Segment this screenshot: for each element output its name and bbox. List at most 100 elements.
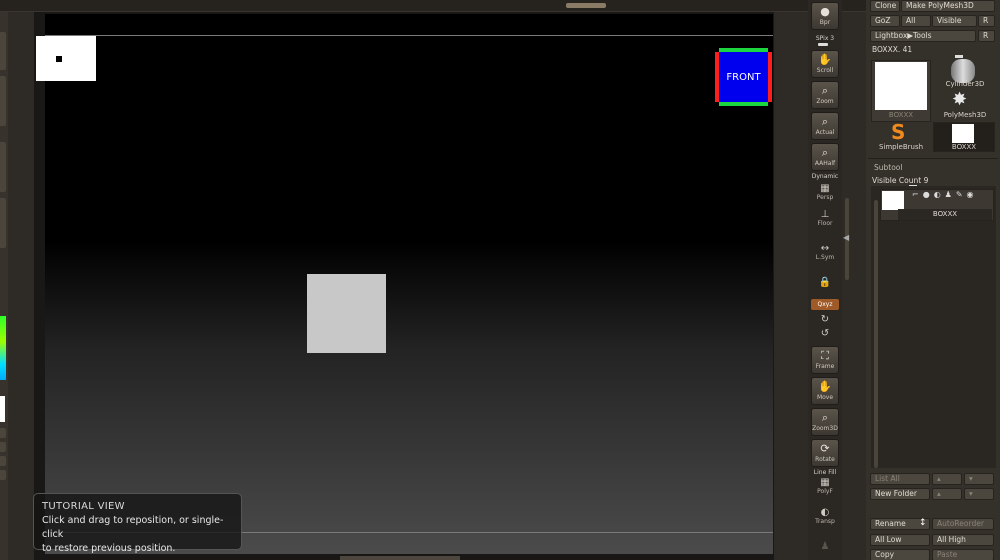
grid-icon: ▦ bbox=[820, 477, 830, 488]
polyf-button[interactable]: ▦ PolyF bbox=[811, 474, 839, 498]
frame-button[interactable]: ⛶ Frame bbox=[811, 346, 839, 374]
visible-count-slider[interactable]: Visible Count 9 bbox=[872, 176, 928, 185]
current-tool-slider-knob[interactable] bbox=[955, 55, 963, 58]
y-rotate-button[interactable]: ↻ bbox=[811, 312, 839, 326]
left-shelf-tab[interactable] bbox=[0, 198, 6, 248]
lock-button[interactable]: 🔒 bbox=[811, 270, 839, 294]
arrow-up-button[interactable]: ▴ bbox=[932, 473, 962, 485]
current-tool-slider[interactable]: BOXXX. 41 bbox=[872, 45, 912, 54]
figure-icon: ♟ bbox=[820, 540, 830, 552]
tutorial-view-overlay[interactable]: TUTORIAL VIEW Click and drag to repositi… bbox=[33, 493, 242, 554]
goz-all-button[interactable]: All bbox=[901, 15, 931, 27]
subtool-thumb bbox=[882, 191, 904, 210]
viewport-top-line bbox=[45, 35, 773, 36]
transp-icon: ◐ bbox=[820, 507, 830, 518]
bpr-button[interactable]: ● Bpr bbox=[811, 2, 839, 30]
rotate-label: Rotate bbox=[815, 456, 835, 463]
half-icon[interactable]: ◐ bbox=[934, 190, 945, 199]
navigation-preview[interactable] bbox=[36, 36, 96, 81]
simplebrush-icon: S bbox=[891, 120, 906, 144]
left-shelf-tab[interactable] bbox=[0, 428, 6, 438]
left-shelf-tab[interactable] bbox=[0, 142, 6, 192]
current-tool-value: 41 bbox=[902, 45, 913, 54]
tutorial-text-line: to restore previous position. bbox=[42, 543, 176, 554]
auto-reorder-button[interactable]: AutoReorder bbox=[932, 518, 994, 530]
arrow-up-icon: ▴ bbox=[937, 489, 941, 498]
aahalf-button[interactable]: ⌕ AAHalf bbox=[811, 143, 839, 171]
subtool-header[interactable]: Subtool bbox=[874, 163, 902, 172]
subtool-item-icons: ⌐●◐♟✎◉ bbox=[912, 190, 978, 199]
spix-value: 3 bbox=[830, 35, 835, 42]
tool-thumb-cylinder-label[interactable]: Cylinder3D bbox=[935, 80, 995, 88]
top-strip bbox=[0, 0, 1000, 12]
spix-slider-knob[interactable] bbox=[818, 43, 828, 46]
scroll-button[interactable]: ✋ Scroll bbox=[811, 50, 839, 78]
zoom-button[interactable]: ⌕ Zoom bbox=[811, 81, 839, 109]
left-shelf-tab[interactable] bbox=[0, 76, 6, 126]
color-picker-strip[interactable] bbox=[0, 316, 6, 380]
left-shelf-tab[interactable] bbox=[0, 456, 6, 466]
tool-thumb-boxxx-active-image bbox=[952, 124, 974, 143]
rotate-button[interactable]: ⟳ Rotate bbox=[811, 439, 839, 467]
arrow-down-button[interactable]: ▾ bbox=[964, 473, 994, 485]
bpr-label: Bpr bbox=[819, 19, 831, 26]
paste-button[interactable]: Paste bbox=[932, 549, 994, 560]
goz-button[interactable]: GoZ bbox=[870, 15, 900, 27]
move-label: Move bbox=[816, 394, 834, 401]
pen-icon[interactable]: ✎ bbox=[956, 190, 967, 199]
toggle-icon[interactable]: ● bbox=[923, 190, 934, 199]
actual-button[interactable]: ⌕ Actual bbox=[811, 112, 839, 140]
zoom3d-button[interactable]: ⌕ Zoom3D bbox=[811, 408, 839, 436]
left-shelf-tab[interactable] bbox=[0, 470, 6, 480]
z-rotate-button[interactable]: ↺ bbox=[811, 326, 839, 340]
transp-button[interactable]: ◐ Transp bbox=[811, 504, 839, 528]
subtool-scrollbar[interactable] bbox=[874, 200, 878, 468]
goz-visible-button[interactable]: Visible bbox=[932, 15, 977, 27]
ghost-button[interactable]: ♟ bbox=[811, 534, 839, 558]
visible-count-value: 9 bbox=[923, 176, 929, 185]
lightbox-r-button[interactable]: R bbox=[978, 30, 995, 42]
new-folder-button[interactable]: New Folder bbox=[870, 488, 930, 500]
figure-icon[interactable]: ♟ bbox=[945, 190, 956, 199]
left-shelf-tab[interactable] bbox=[0, 32, 6, 70]
spix-slider[interactable]: SPix 3 bbox=[808, 35, 842, 42]
sphere-icon: ● bbox=[820, 5, 830, 18]
navigation-preview-marker bbox=[56, 56, 62, 62]
transp-label: Transp bbox=[815, 518, 835, 525]
move-up-button[interactable]: ▴ bbox=[932, 488, 962, 500]
move-down-button[interactable]: ▾ bbox=[964, 488, 994, 500]
grid-icon: ▦ bbox=[820, 183, 830, 194]
document-viewport[interactable] bbox=[45, 14, 773, 554]
move-button[interactable]: ✋ Move bbox=[811, 377, 839, 405]
tool-thumb-boxxx-image bbox=[875, 62, 927, 110]
all-high-button[interactable]: All High bbox=[932, 534, 994, 546]
zoom-label: Zoom bbox=[816, 98, 834, 105]
all-low-button[interactable]: All Low bbox=[870, 534, 930, 546]
main-color-swatch[interactable] bbox=[0, 396, 5, 422]
lsym-button[interactable]: ↔ L.Sym bbox=[811, 240, 839, 264]
collapse-arrow-icon[interactable]: ◀ bbox=[843, 233, 849, 242]
orientation-cube[interactable]: FRONT bbox=[715, 48, 772, 106]
star-icon: ✸ bbox=[952, 89, 968, 110]
subtool-list bbox=[871, 186, 996, 468]
top-shelf-handle[interactable] bbox=[566, 3, 606, 8]
make-polymesh-button[interactable]: Make PolyMesh3D bbox=[901, 0, 995, 12]
xyz-rotate-button[interactable]: Qxyz bbox=[811, 299, 839, 310]
list-all-button[interactable]: List All bbox=[870, 473, 930, 485]
tool-thumb-polymesh-label[interactable]: PolyMesh3D bbox=[935, 111, 995, 119]
brush-icon[interactable]: ⌐ bbox=[912, 190, 923, 199]
cube-front-face[interactable]: FRONT bbox=[719, 52, 768, 102]
tool-thumb-simplebrush-label[interactable]: SimpleBrush bbox=[871, 143, 931, 151]
goz-r-button[interactable]: R bbox=[978, 15, 995, 27]
tutorial-title: TUTORIAL VIEW bbox=[42, 501, 125, 512]
dynamic-label[interactable]: Dynamic bbox=[808, 173, 842, 180]
symmetry-icon: ↔ bbox=[820, 243, 830, 254]
floor-button[interactable]: ⊥ Floor bbox=[811, 206, 839, 230]
persp-button[interactable]: ▦ Persp bbox=[811, 180, 839, 204]
lightbox-tools-button[interactable]: Lightbox▶Tools bbox=[870, 30, 976, 42]
copy-button[interactable]: Copy bbox=[870, 549, 930, 560]
clone-button[interactable]: Clone bbox=[870, 0, 900, 12]
eye-icon[interactable]: ◉ bbox=[967, 190, 978, 199]
left-shelf-tab[interactable] bbox=[0, 442, 6, 452]
box-mesh-object[interactable] bbox=[307, 274, 386, 353]
